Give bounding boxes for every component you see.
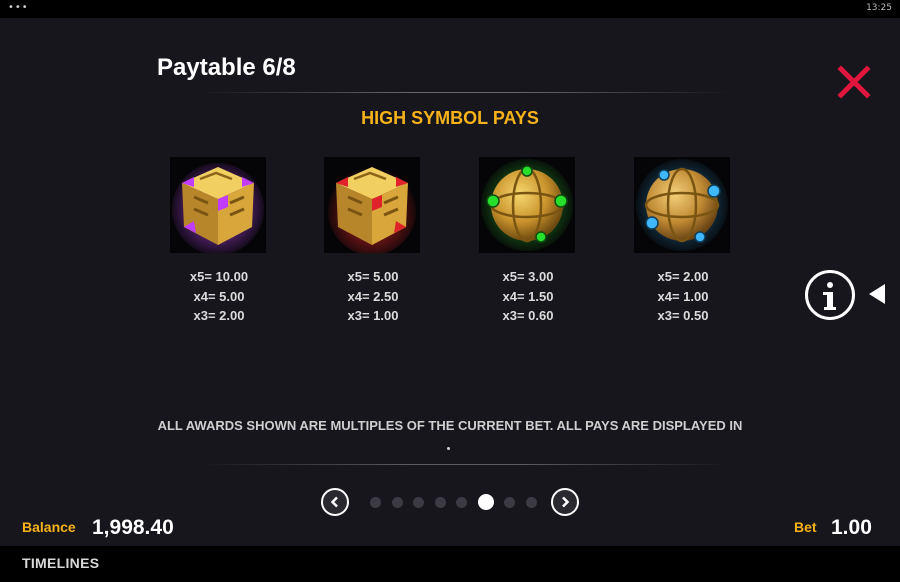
pay-x4: x4= 2.50 <box>347 288 399 304</box>
pay-x4: x4= 5.00 <box>193 288 245 304</box>
paytable-panel <box>0 18 900 546</box>
page-dot-active[interactable] <box>477 494 494 510</box>
page-dot[interactable] <box>456 496 467 508</box>
footer-divider <box>200 464 730 465</box>
clock: 13:25 <box>866 3 892 13</box>
pay-values: x5= 5.00 x4= 2.50 x3= 1.00 <box>324 267 422 326</box>
info-button[interactable] <box>805 270 855 320</box>
blue-sphere-symbol-icon <box>634 157 730 253</box>
pay-x3: x3= 2.00 <box>193 308 245 323</box>
page-dot[interactable] <box>434 496 446 508</box>
disclaimer-text: ALL AWARDS SHOWN ARE MULTIPLES OF THE CU… <box>157 418 743 433</box>
disclaimer-dot <box>447 447 450 450</box>
close-icon <box>837 65 871 99</box>
menu-dots-icon[interactable]: ••• <box>8 2 29 13</box>
page-title: Paytable 6/8 <box>157 54 296 81</box>
green-sphere-symbol-icon <box>479 157 575 253</box>
pay-values: x5= 3.00 x4= 1.50 x3= 0.60 <box>479 267 577 326</box>
pay-x5: x5= 5.00 <box>347 269 399 284</box>
purple-cube-symbol-icon <box>170 157 266 253</box>
bet-value: 1.00 <box>831 516 872 539</box>
chevron-right-icon <box>562 496 570 508</box>
pay-x5: x5= 10.00 <box>189 269 249 284</box>
pay-x3: x3= 0.50 <box>657 308 709 323</box>
title-divider <box>200 92 730 93</box>
page-dot[interactable] <box>370 496 381 508</box>
close-button[interactable] <box>836 64 872 100</box>
symbol-card: x5= 2.00 x4= 1.00 x3= 0.50 <box>634 157 732 326</box>
pay-x3: x3= 1.00 <box>347 308 399 323</box>
page-indicator <box>370 494 547 510</box>
pay-x3: x3= 0.60 <box>502 308 554 323</box>
symbol-card: x5= 10.00 x4= 5.00 x3= 2.00 <box>170 157 268 326</box>
pay-values: x5= 2.00 x4= 1.00 x3= 0.50 <box>634 267 732 326</box>
page-dot[interactable] <box>525 496 537 508</box>
pay-x4: x4= 1.00 <box>657 288 709 304</box>
balance-value: 1,998.40 <box>92 516 174 539</box>
bet-label: Bet <box>794 519 817 535</box>
symbol-card: x5= 5.00 x4= 2.50 x3= 1.00 <box>324 157 422 326</box>
page-dot[interactable] <box>413 496 424 508</box>
pay-x5: x5= 2.00 <box>657 269 709 284</box>
page-dot[interactable] <box>391 496 403 508</box>
chevron-left-icon <box>330 496 338 508</box>
pay-values: x5= 10.00 x4= 5.00 x3= 2.00 <box>170 267 268 326</box>
pay-x4: x4= 1.50 <box>502 288 554 304</box>
balance-label: Balance <box>22 519 76 535</box>
status-bar: ••• 13:25 <box>0 0 900 18</box>
collapse-arrow-icon[interactable] <box>869 284 885 304</box>
symbol-card: x5= 3.00 x4= 1.50 x3= 0.60 <box>479 157 577 326</box>
next-page-button[interactable] <box>551 488 579 516</box>
section-heading: HIGH SYMBOL PAYS <box>361 108 539 128</box>
brand-name: TIMELINES <box>22 555 100 571</box>
brand-bar <box>0 546 900 582</box>
page-dot[interactable] <box>504 496 515 508</box>
pay-x5: x5= 3.00 <box>502 269 554 284</box>
prev-page-button[interactable] <box>321 488 349 516</box>
red-cube-symbol-icon <box>324 157 420 253</box>
